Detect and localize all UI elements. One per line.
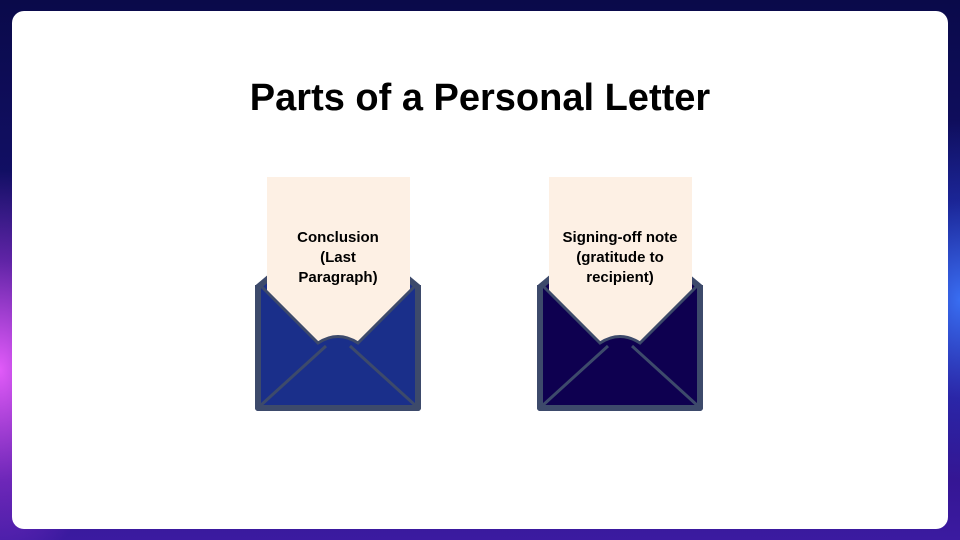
slide-title: Parts of a Personal Letter [249,77,711,119]
letter-card-signing-off: Signing-off note (gratitude to recipient… [534,176,706,412]
envelope-letter-icon [255,177,421,411]
letter-card-text: Conclusion (Last Paragraph) [297,229,379,286]
letter-card-conclusion: Conclusion (Last Paragraph) [252,176,424,412]
slide-canvas: Parts of a Personal Letter Conclusion (L… [12,11,948,529]
envelope-letter-icon [537,177,703,411]
letter-card-text: Signing-off note (gratitude to recipient… [562,229,678,286]
